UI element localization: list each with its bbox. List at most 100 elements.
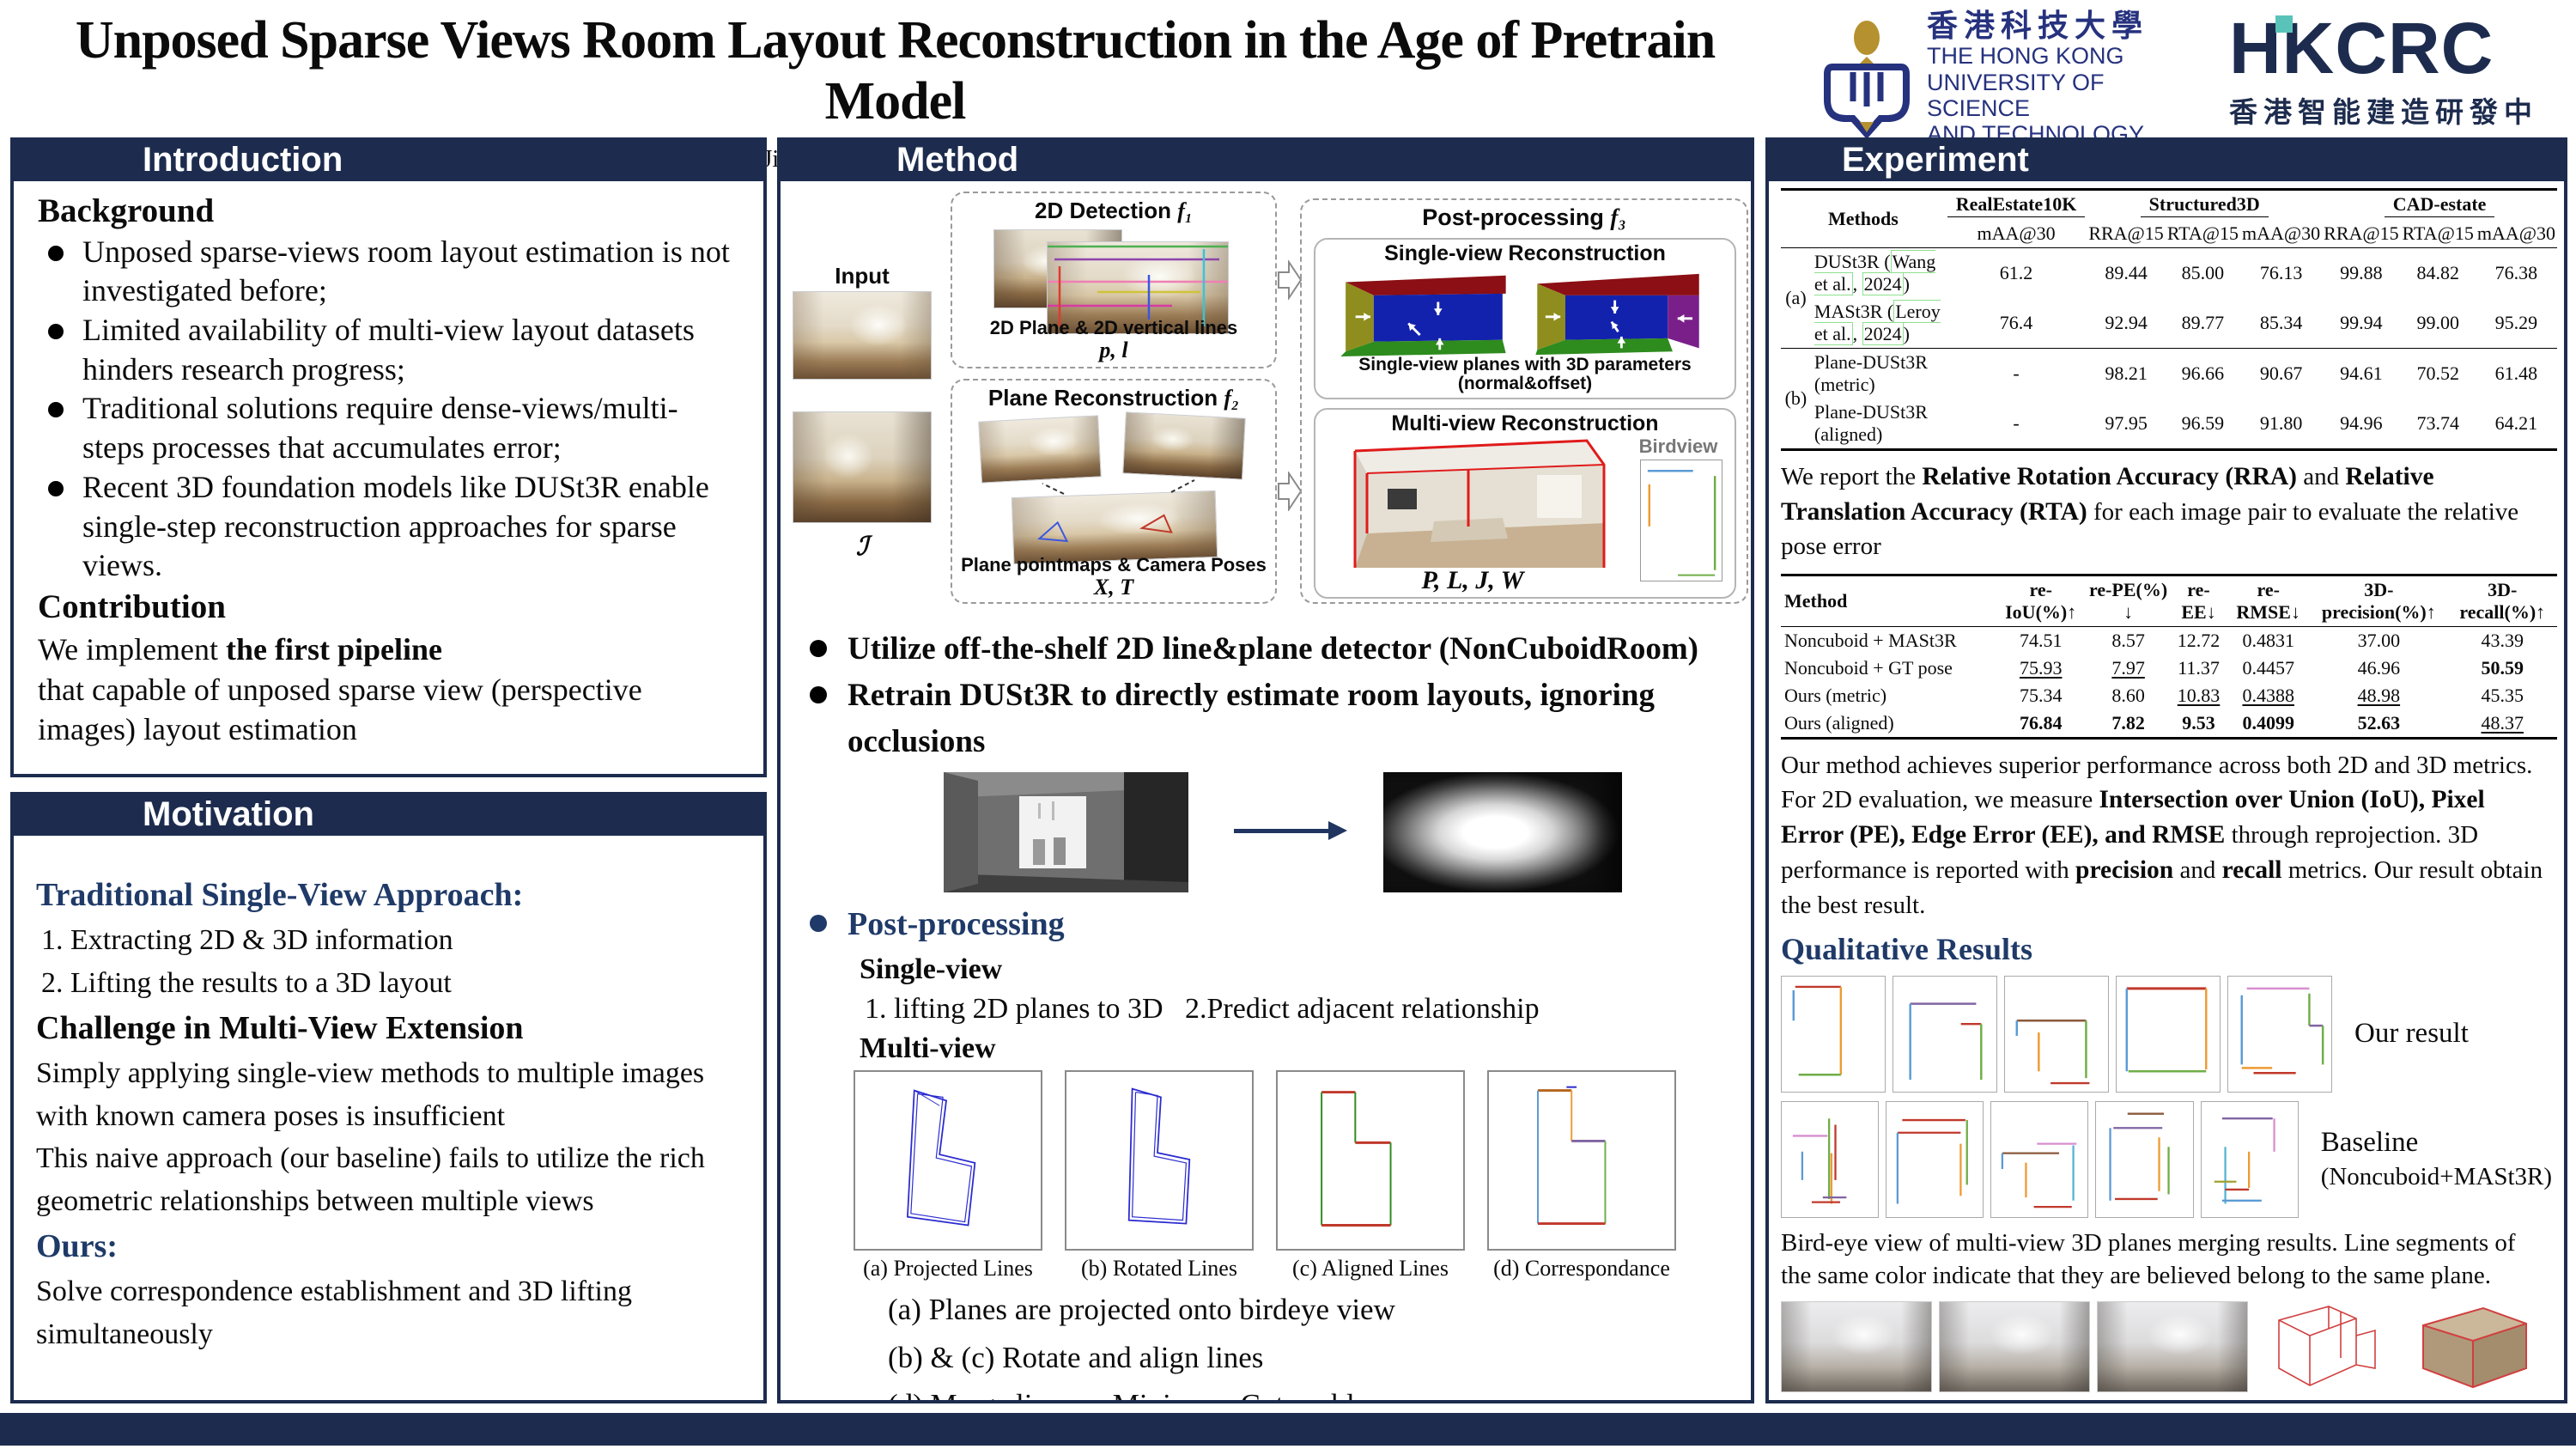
method-name-prefix: MASt3R (: [1814, 301, 1893, 322]
metric-value: 85.34: [2240, 298, 2322, 349]
panel-caption-d: (d) Correspondance: [1487, 1256, 1676, 1282]
single-view-caption-2: (normal&offset): [1315, 374, 1735, 394]
line-merge-panels: [854, 1070, 1725, 1251]
bullet-icon: [48, 402, 64, 417]
metric-value: 74.51: [1996, 627, 2086, 655]
textured-reconstruction-icon: [2397, 1301, 2543, 1392]
approach-heading: Traditional Single-View Approach:: [36, 872, 746, 919]
method-bullet-1-text: Utilize off-the-shelf 2D line&plane dete…: [848, 628, 1698, 671]
table1-subheader: RTA@15: [2166, 220, 2240, 248]
ours-heading: Ours:: [36, 1223, 746, 1270]
baseline-label-line1: Baseline: [2321, 1124, 2552, 1161]
metric-value: 45.35: [2448, 682, 2557, 709]
bullet-icon: [810, 640, 827, 657]
table2-header: re-RMSE↓: [2227, 575, 2310, 627]
baseline-label-line2: (Noncuboid+MASt3R): [2321, 1161, 2552, 1194]
challenge-paragraph-2: This naive approach (our baseline) fails…: [36, 1137, 746, 1222]
table-row: (a) DUSt3R (Wang et al., 2024) 61.2 89.4…: [1781, 248, 2557, 299]
table2-header: re-EE↓: [2171, 575, 2227, 627]
table2-header: 3D-precision(%)↑: [2310, 575, 2447, 627]
metric-value: 96.59: [2166, 399, 2240, 450]
experiment-body: Methods RealEstate10K Structured3D CAD-e…: [1769, 181, 2564, 1400]
metric-value: 98.21: [2087, 349, 2166, 399]
layout-wireframe-icon: [2255, 1301, 2391, 1392]
method-header-label: Method: [896, 141, 1018, 179]
bullet-icon: [48, 246, 64, 261]
approach-step: 2. Lifting the results to a 3D layout: [36, 962, 746, 1005]
bullet-icon: [810, 686, 827, 703]
post-title: Post-processing f₃: [1302, 204, 1747, 231]
table2-header: re-PE(%) ↓: [2086, 575, 2170, 627]
correspondence-plot-icon: [1487, 1070, 1676, 1251]
aligned-lines-plot-icon: [1276, 1070, 1465, 1251]
single-view-planes-diagram-icon: [1340, 271, 1507, 356]
method-bullet-2: Retrain DUSt3R to directly estimate room…: [806, 674, 1725, 717]
method-name: Plane-DUSt3R (metric): [1811, 349, 1946, 399]
birdview-plot-icon: [2116, 976, 2221, 1093]
metric-value: 37.00: [2310, 627, 2447, 655]
panel-caption-a: (a) Projected Lines: [854, 1256, 1042, 1282]
birdview-plot-icon: [2095, 1101, 2193, 1218]
metric-value: 8.60: [2086, 682, 2170, 709]
metric-value: 48.98: [2310, 682, 2447, 709]
bullet-text: Traditional solutions require dense-view…: [82, 389, 735, 467]
metric-value: -: [1946, 349, 2087, 399]
method-name: Noncuboid + MASt3R: [1781, 627, 1996, 655]
hkcrc-name: HKCRC: [2229, 8, 2494, 88]
metric-value: 0.4099: [2227, 709, 2310, 739]
table1-subheader: mAA@30: [2476, 220, 2557, 248]
metric-value: 76.84: [1996, 709, 2086, 739]
bullet-text: Unposed sparse-views room layout estimat…: [82, 233, 735, 311]
introduction-header: Introduction: [14, 141, 763, 181]
method-note-d: (d) Merge lines as Minimum Cut problem.: [888, 1385, 1725, 1400]
hkcrc-wordmark: HKCRC: [2229, 12, 2568, 84]
experiment-header: Experiment: [1769, 141, 2564, 181]
method-name: Ours (aligned): [1781, 709, 1996, 739]
line-merge-captions: (a) Projected Lines (b) Rotated Lines (c…: [854, 1256, 1725, 1282]
metric-value: 94.96: [2322, 399, 2401, 450]
hkust-logo-text: 香港科技大學 THE HONG KONG UNIVERSITY OF SCIEN…: [1927, 9, 2214, 147]
method-note-a: (a) Planes are projected onto birdeye vi…: [888, 1290, 1725, 1330]
metric-value: 70.52: [2401, 349, 2476, 399]
single-view-caption-1: Single-view planes with 3D parameters: [1315, 355, 1735, 375]
our-result-label: Our result: [2354, 1015, 2469, 1052]
input-view-photo: [2097, 1301, 2248, 1392]
metric-value: 89.44: [2087, 248, 2166, 299]
metric-value: 0.4388: [2227, 682, 2310, 709]
group-label: RealEstate10K: [1947, 193, 2086, 217]
table-row: Noncuboid + GT pose 75.93 7.97 11.37 0.4…: [1781, 654, 2557, 682]
text-run: We report the: [1781, 463, 1922, 490]
metric-value: 76.4: [1946, 298, 2087, 349]
birdview-plot-icon: [2004, 976, 2109, 1093]
input-room-photo-1: [793, 291, 932, 380]
poster-root: Unposed Sparse Views Room Layout Reconst…: [0, 0, 2576, 1449]
hkust-emblem-icon: [1819, 19, 1915, 137]
footer-bar: [0, 1413, 2576, 1446]
text-run: and: [2297, 463, 2345, 490]
method-name-suffix: ): [1904, 273, 1910, 295]
method-name: Ours (metric): [1781, 682, 1996, 709]
metric-value: 64.21: [2476, 399, 2557, 450]
input-view-photo: [1939, 1301, 2090, 1392]
pose-note-paragraph: We report the Relative Rotation Accuracy…: [1781, 460, 2552, 563]
citation-link[interactable]: 2024: [1862, 322, 1904, 345]
analysis-paragraph: Our method achieves superior performance…: [1781, 748, 2552, 922]
method-name: Noncuboid + GT pose: [1781, 654, 1996, 682]
motivation-header-label: Motivation: [143, 795, 314, 833]
list-item: Limited availability of multi-view layou…: [38, 311, 739, 389]
ours-text: Solve correspondence establishment and 3…: [36, 1270, 746, 1355]
birdview-plot-icon: [1893, 976, 1997, 1093]
multi-view-label: Multi-view: [860, 1032, 1725, 1065]
detection-title: 2D Detection f₁: [952, 198, 1275, 224]
hkust-name-cn: 香港科技大學: [1927, 9, 2214, 43]
metric-value: 0.4831: [2227, 627, 2310, 655]
metric-value: 0.4457: [2227, 654, 2310, 682]
birdview-mini-plot-icon: [1640, 460, 1722, 581]
challenge-paragraph-1: Simply applying single-view methods to m…: [36, 1052, 746, 1137]
single-view-steps: 1. lifting 2D planes to 3D 2.Predict adj…: [865, 993, 1725, 1026]
table-row: Ours (aligned) 76.84 7.82 9.53 0.4099 52…: [1781, 709, 2557, 739]
flow-arrow-icon: [1277, 472, 1303, 511]
section-motivation: Motivation Traditional Single-View Appro…: [10, 792, 767, 1403]
post-fn-symbol: f₃: [1610, 204, 1625, 230]
citation-link[interactable]: 2024: [1862, 272, 1904, 295]
